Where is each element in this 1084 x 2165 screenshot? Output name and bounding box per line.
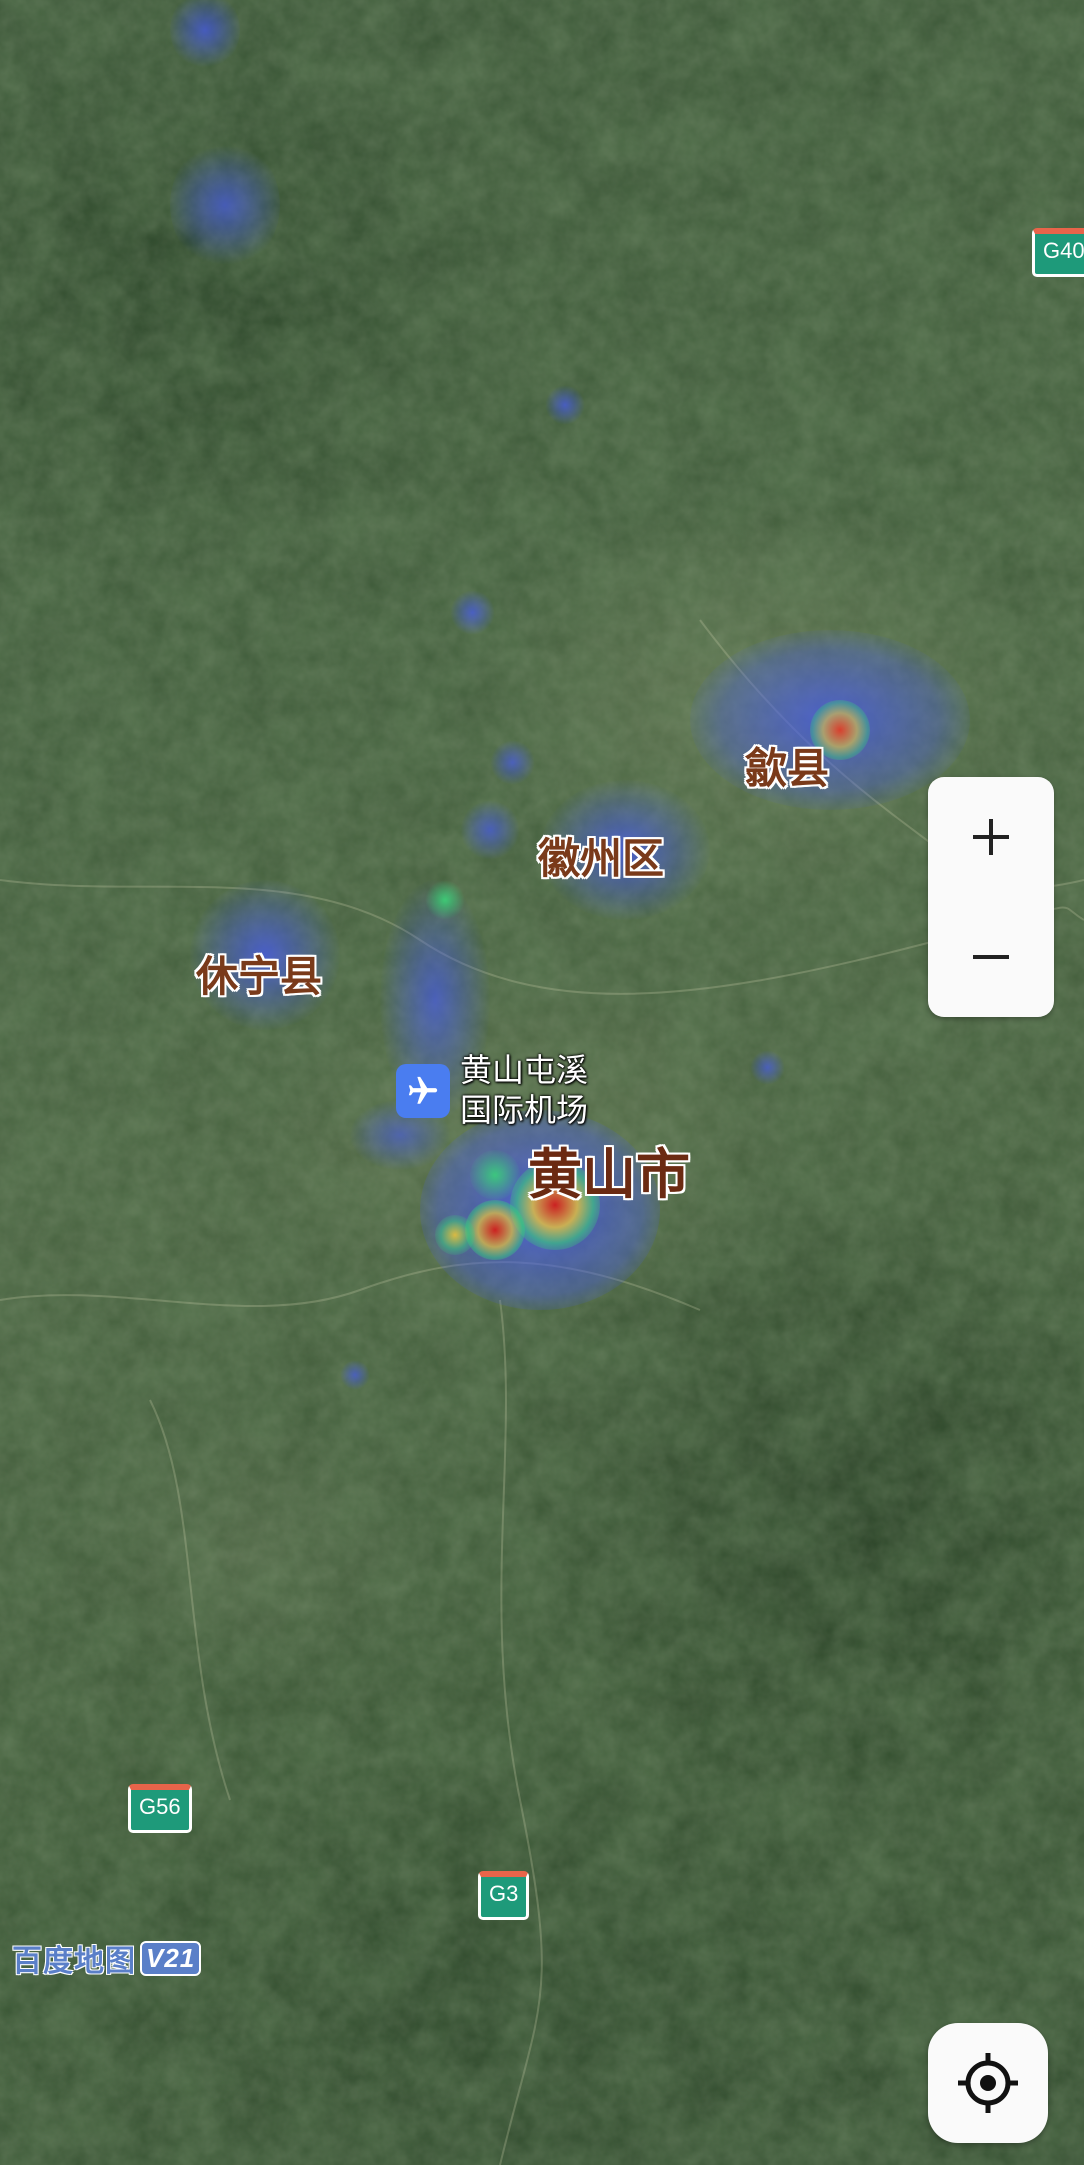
minus-icon (973, 955, 1009, 959)
highway-shield-g40: G40 (1032, 228, 1084, 277)
place-label-xiuning[interactable]: 休宁县 (196, 943, 322, 1004)
airport-label[interactable]: 黄山屯溪 国际机场 (460, 1050, 588, 1130)
highway-shield-g3: G3 (478, 1871, 530, 1920)
logo-text: 百度地图 (12, 1945, 136, 1978)
highway-shield-g56: G56 (128, 1784, 192, 1833)
place-label-huangshan-city[interactable]: 黄山市 (528, 1130, 690, 1209)
place-label-shexian[interactable]: 歙县 (745, 735, 829, 796)
locate-me-button[interactable] (928, 2023, 1048, 2143)
airplane-icon (408, 1076, 438, 1104)
map-canvas[interactable]: G40 G56 G3 歙县 徽州区 休宁县 黄山屯溪 国际机场 黄山市 百度地图… (0, 0, 1084, 2165)
zoom-in-button[interactable] (928, 777, 1054, 897)
baidu-map-logo: 百度地图 V21 (12, 1940, 202, 1978)
plus-icon (973, 819, 1009, 855)
airport-label-line1: 黄山屯溪 (460, 1052, 589, 1088)
zoom-control (928, 777, 1054, 1017)
logo-version: V21 (140, 1940, 202, 1976)
crosshair-icon (958, 2053, 1018, 2113)
airport-label-line2: 国际机场 (460, 1092, 589, 1128)
airport-icon[interactable] (396, 1064, 450, 1118)
zoom-out-button[interactable] (928, 897, 1054, 1017)
place-label-huizhou[interactable]: 徽州区 (538, 825, 664, 886)
